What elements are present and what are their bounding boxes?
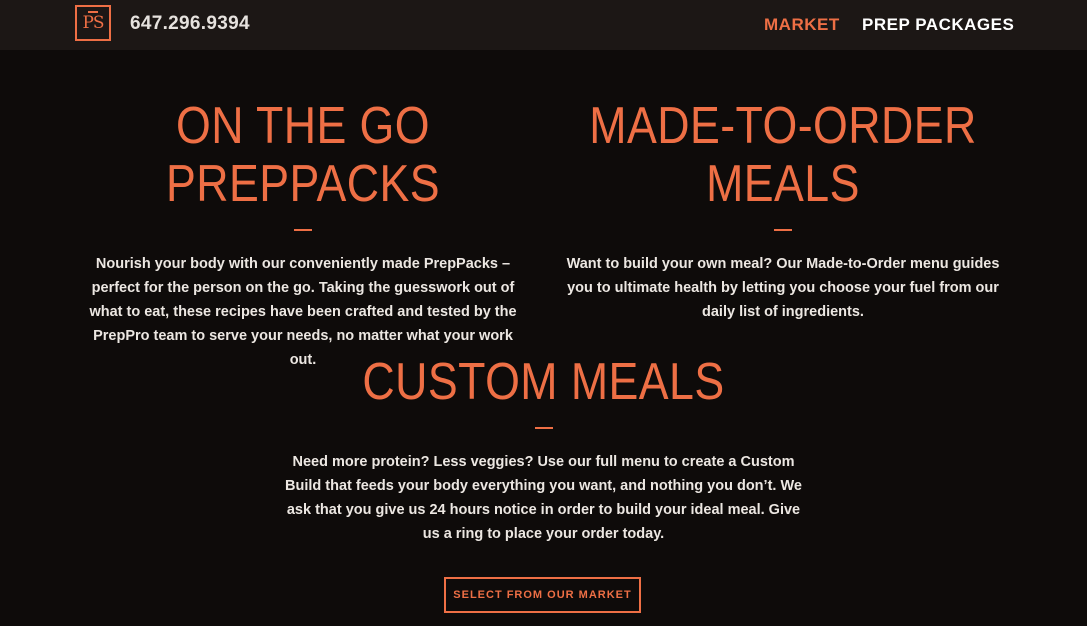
nav-market-link[interactable]: MARKET: [764, 15, 840, 35]
made-to-order-section: MADE-TO-ORDER MEALS Want to build your o…: [557, 97, 1009, 324]
logo-text: PS: [82, 13, 104, 33]
preppacks-section: ON THE GO PREPPACKS Nourish your body wi…: [78, 97, 528, 372]
top-navigation-bar: PS 647.296.9394 MARKET PREP PACKAGES: [0, 0, 1087, 50]
custom-meals-description: Need more protein? Less veggies? Use our…: [285, 454, 802, 542]
logo[interactable]: PS: [75, 5, 111, 41]
section-divider: [294, 229, 312, 231]
made-to-order-heading-line1: MADE-TO-ORDER: [589, 97, 977, 155]
custom-meals-heading: CUSTOM MEALS: [362, 353, 725, 411]
phone-number-link[interactable]: 647.296.9394: [130, 13, 250, 35]
made-to-order-heading: MADE-TO-ORDER MEALS: [589, 97, 978, 213]
select-from-market-button[interactable]: SELECT FROM OUR MARKET: [444, 577, 641, 613]
preppacks-heading: ON THE GO PREPPACKS: [166, 97, 440, 213]
made-to-order-heading-line2: MEALS: [706, 155, 860, 213]
nav-prep-packages-link[interactable]: PREP PACKAGES: [862, 15, 1014, 35]
custom-meals-section: CUSTOM MEALS Need more protein? Less veg…: [285, 353, 802, 546]
select-from-market-button-label: SELECT FROM OUR MARKET: [453, 589, 632, 601]
made-to-order-description: Want to build your own meal? Our Made-to…: [566, 256, 1000, 320]
section-divider: [774, 229, 792, 231]
section-divider: [534, 427, 553, 429]
